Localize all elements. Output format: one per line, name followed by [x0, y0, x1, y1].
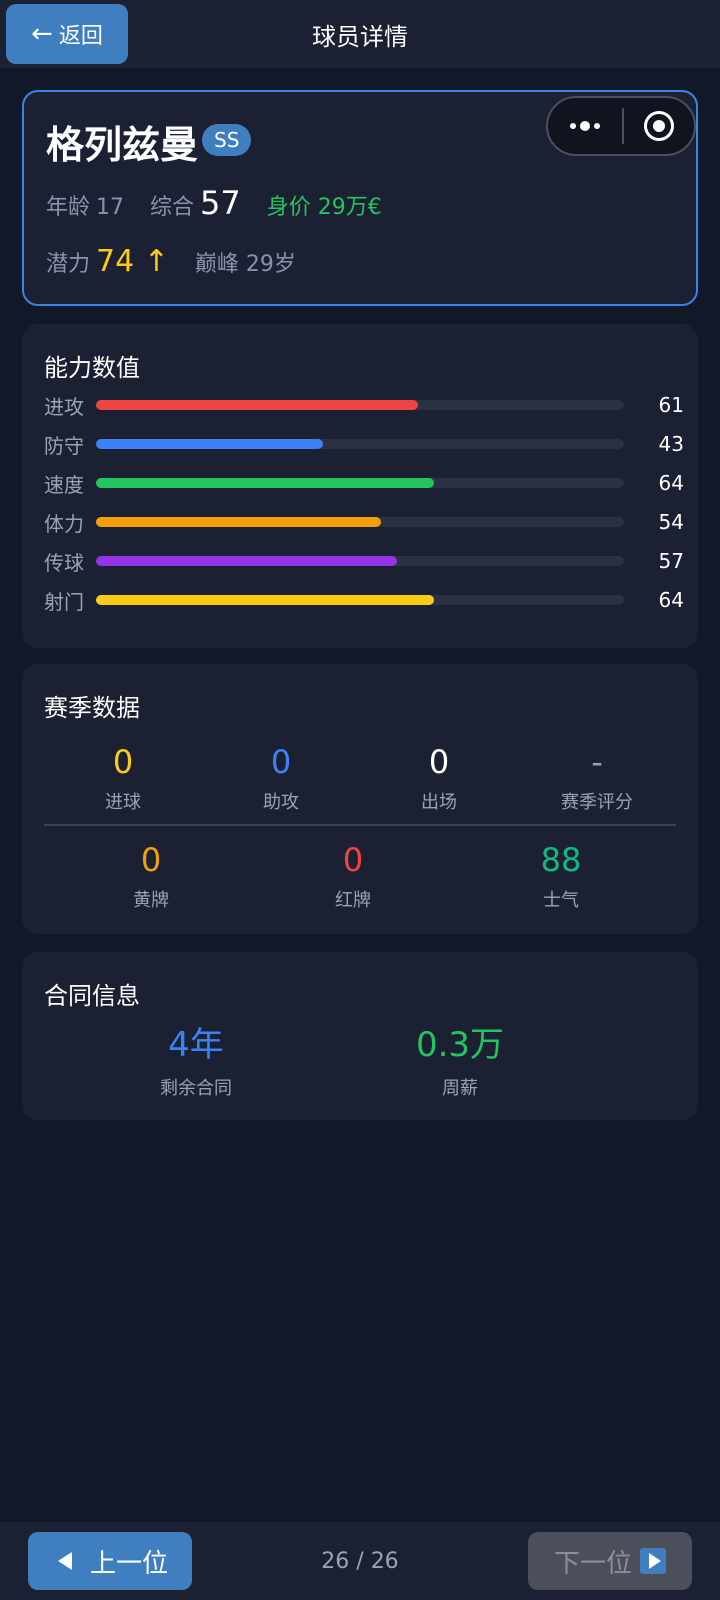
stat-value: 0 [140, 841, 162, 879]
stat-cell: 0 红牌 [274, 840, 432, 912]
grade-badge: SS [202, 124, 252, 156]
ability-row: 射门 64 [44, 585, 684, 615]
top-bar: ← 返回 球员详情 [0, 0, 720, 68]
stat-value: 0 [270, 743, 292, 781]
prev-player-button[interactable]: 上一位 [28, 1532, 192, 1590]
ability-bar-fill [96, 595, 434, 605]
section-title: 能力数值 [44, 354, 140, 382]
ability-card: 能力数值 进攻 61 防守 43 速度 64 体力 54 传球 57 射门 64 [22, 324, 698, 648]
ability-bar-track [96, 517, 624, 527]
mini-program-capsule [546, 96, 696, 156]
next-player-button[interactable]: 下一位 [528, 1532, 692, 1590]
section-title: 合同信息 [44, 982, 140, 1010]
contract-label: 剩余合同 [160, 1078, 232, 1099]
potential-row: 潜力 74 ↑ 巅峰 29岁 [46, 244, 296, 279]
player-name: 格列兹曼 [46, 123, 199, 167]
contract-cell: 4年剩余合同 [96, 1024, 296, 1100]
more-dots-icon[interactable] [548, 98, 622, 154]
stat-cell: 0 出场 [360, 742, 518, 814]
divider [44, 824, 676, 826]
ability-value: 57 [658, 549, 684, 573]
section-title: 赛季数据 [44, 694, 140, 722]
overall-value: 57 [200, 184, 241, 222]
stat-label: 进球 [105, 792, 141, 813]
stat-label: 助攻 [263, 792, 299, 813]
ability-value: 43 [658, 432, 684, 456]
stat-value: 0 [428, 743, 450, 781]
ability-row: 传球 57 [44, 546, 684, 576]
ability-value: 61 [658, 393, 684, 417]
stat-value: 0 [112, 743, 134, 781]
market-value: 身价 29万€ [266, 195, 382, 220]
contract-label: 周薪 [442, 1078, 478, 1099]
ability-label: 进攻 [44, 394, 84, 419]
ability-row: 体力 54 [44, 507, 684, 537]
stat-cell: 0 黄牌 [72, 840, 230, 912]
basic-stats-row: 年龄 17 综合 57 身价 29万€ [46, 184, 382, 222]
ability-bar-track [96, 439, 624, 449]
ability-row: 防守 43 [44, 429, 684, 459]
ability-value: 54 [658, 510, 684, 534]
stat-value: 0 [342, 841, 364, 879]
stat-label: 赛季评分 [561, 792, 633, 813]
ability-label: 防守 [44, 433, 84, 458]
stat-value: - [591, 743, 603, 781]
stat-label: 士气 [543, 890, 579, 911]
stat-label: 红牌 [335, 890, 371, 911]
stat-cell: 0 进球 [44, 742, 202, 814]
triangle-left-icon [51, 1548, 78, 1574]
potential-value: 74 ↑ [96, 244, 169, 279]
ability-bar-fill [96, 478, 434, 488]
season-stats-card: 赛季数据 0 进球 0 助攻 0 出场 - 赛季评分 0 黄牌 0 红牌 88 士气 [22, 664, 698, 934]
ability-bar-fill [96, 400, 419, 410]
peak-age: 巅峰 29岁 [194, 252, 296, 277]
bottom-nav-bar: 26 / 26 上一位 下一位 [0, 1522, 720, 1600]
ability-label: 传球 [44, 550, 84, 575]
overall-label: 综合 [150, 195, 195, 220]
contract-value: 4年 [168, 1025, 224, 1065]
age-label: 年龄 [46, 195, 91, 220]
ability-bar-fill [96, 517, 382, 527]
ability-bar-fill [96, 439, 324, 449]
back-button[interactable]: ← 返回 [6, 4, 128, 64]
stat-label: 出场 [421, 792, 457, 813]
ability-row: 速度 64 [44, 468, 684, 498]
triangle-right-icon [640, 1548, 666, 1574]
contract-value: 0.3万 [415, 1025, 505, 1065]
ability-value: 64 [658, 588, 684, 612]
ability-bar-track [96, 556, 624, 566]
stat-value: 88 [540, 841, 582, 879]
stat-cell: 0 助攻 [202, 742, 360, 814]
contract-cell: 0.3万周薪 [360, 1024, 560, 1100]
next-label: 下一位 [553, 1548, 632, 1579]
ability-value: 64 [658, 471, 684, 495]
arrow-left-icon: ← [31, 19, 53, 49]
ability-row: 进攻 61 [44, 390, 684, 420]
age-value: 17 [96, 195, 125, 220]
back-label: 返回 [58, 24, 103, 49]
stat-label: 黄牌 [133, 890, 169, 911]
ability-bar-track [96, 400, 624, 410]
prev-label: 上一位 [89, 1548, 168, 1579]
target-circle-icon[interactable] [624, 111, 694, 141]
ability-bar-track [96, 478, 624, 488]
potential-label: 潜力 [46, 252, 91, 277]
ability-label: 速度 [44, 472, 84, 497]
contract-card: 合同信息 4年剩余合同 0.3万周薪 [22, 952, 698, 1120]
ability-bar-track [96, 595, 624, 605]
ability-bar-fill [96, 556, 397, 566]
ability-label: 体力 [44, 511, 84, 536]
ability-label: 射门 [44, 589, 84, 614]
stat-cell: 88 士气 [482, 840, 640, 912]
stat-cell: - 赛季评分 [518, 742, 676, 814]
